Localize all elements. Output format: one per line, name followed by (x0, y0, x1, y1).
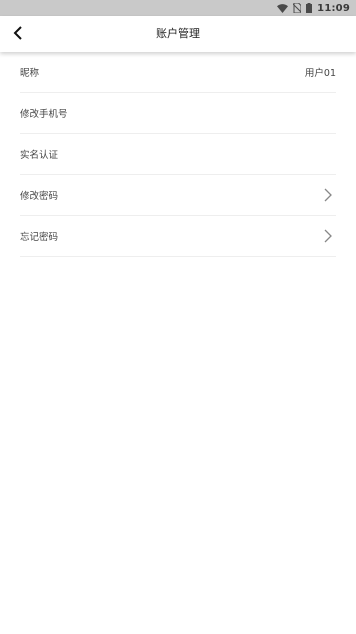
list-item-nickname[interactable]: 昵称 用户01 (20, 52, 336, 93)
list-item-forgot-password[interactable]: 忘记密码 (20, 216, 336, 257)
status-time: 11:09 (317, 2, 350, 14)
nickname-value: 用户01 (304, 68, 336, 79)
item-label: 修改手机号 (20, 109, 68, 120)
list-item-change-phone[interactable]: 修改手机号 (20, 93, 336, 134)
list-item-change-password[interactable]: 修改密码 (20, 175, 336, 216)
item-label: 昵称 (20, 68, 40, 79)
chevron-right-icon (322, 229, 334, 243)
account-settings-list: 昵称 用户01 修改手机号 实名认证 修改密码 忘记密码 (0, 52, 356, 257)
page-title: 账户管理 (156, 27, 200, 40)
item-label: 忘记密码 (20, 232, 59, 243)
item-label: 修改密码 (20, 191, 59, 202)
battery-icon (306, 3, 313, 13)
item-label: 实名认证 (20, 150, 59, 161)
no-sim-icon (293, 3, 302, 13)
chevron-right-icon (322, 188, 334, 202)
wifi-icon (277, 3, 289, 13)
status-bar: 11:09 (0, 0, 356, 16)
list-item-real-name-verification[interactable]: 实名认证 (20, 134, 336, 175)
nav-bar: 账户管理 (0, 16, 356, 52)
